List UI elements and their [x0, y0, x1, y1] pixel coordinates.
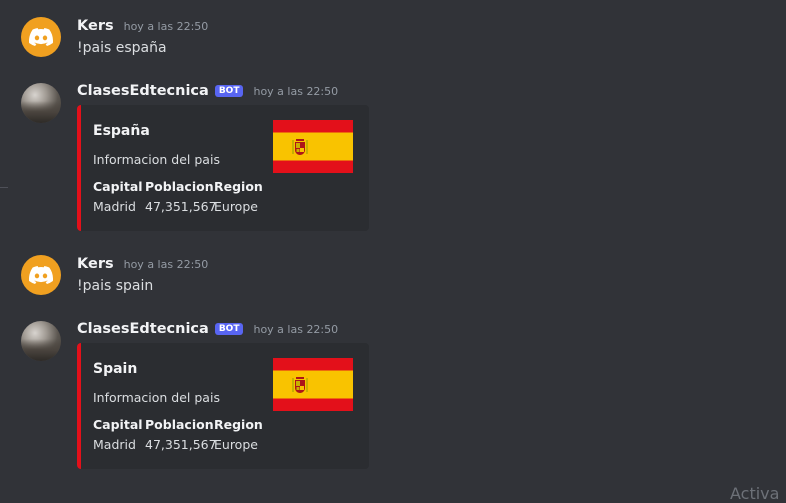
field-name: Poblacion: [145, 179, 214, 194]
author-name[interactable]: Kers: [77, 18, 114, 34]
discord-logo-icon: [29, 28, 53, 46]
embed-description: Informacion del pais: [93, 152, 220, 167]
embed-field-poblacion: Poblacion 47,351,567: [145, 179, 217, 214]
spain-flag-thumbnail[interactable]: [273, 358, 353, 411]
timestamp: hoy a las 22:50: [123, 20, 209, 33]
embed-title: España: [93, 123, 150, 139]
field-name: Region: [214, 417, 263, 432]
field-name: Capital: [93, 179, 143, 194]
bot-avatar[interactable]: [21, 83, 61, 123]
embed-description: Informacion del pais: [93, 390, 220, 405]
field-value: Europe: [214, 437, 258, 452]
divider: [0, 187, 8, 188]
embed-field-region: Region Europe: [214, 179, 263, 214]
embed-card: Spain Informacion del pais Capital Madri…: [77, 343, 369, 469]
discord-avatar[interactable]: [21, 17, 61, 57]
bot-avatar[interactable]: [21, 321, 61, 361]
message-text: !pais spain: [77, 278, 154, 294]
coat-of-arms-icon: [292, 377, 308, 393]
embed-field-poblacion: Poblacion 47,351,567: [145, 417, 217, 452]
embed-card: España Informacion del pais Capital Madr…: [77, 105, 369, 231]
bot-badge: BOT: [214, 85, 244, 97]
timestamp: hoy a las 22:50: [253, 323, 339, 336]
timestamp: hoy a las 22:50: [253, 85, 339, 98]
spain-flag-thumbnail[interactable]: [273, 120, 353, 173]
message-header: Kers hoy a las 22:50: [77, 256, 208, 272]
activation-watermark: Activa: [730, 484, 780, 503]
field-name: Capital: [93, 417, 143, 432]
field-value: 47,351,567: [145, 437, 217, 452]
timestamp: hoy a las 22:50: [123, 258, 209, 271]
message-header: ClasesEdtecnica BOT hoy a las 22:50: [77, 321, 338, 337]
message-header: ClasesEdtecnica BOT hoy a las 22:50: [77, 83, 338, 99]
message-header: Kers hoy a las 22:50: [77, 18, 208, 34]
embed-title: Spain: [93, 361, 138, 377]
coat-of-arms-icon: [292, 139, 308, 155]
embed-field-capital: Capital Madrid: [93, 417, 143, 452]
author-name[interactable]: Kers: [77, 256, 114, 272]
discord-logo-icon: [29, 266, 53, 284]
field-value: 47,351,567: [145, 199, 217, 214]
field-value: Madrid: [93, 199, 136, 214]
embed-field-capital: Capital Madrid: [93, 179, 143, 214]
author-name[interactable]: ClasesEdtecnica: [77, 321, 209, 337]
field-name: Poblacion: [145, 417, 214, 432]
field-value: Europe: [214, 199, 258, 214]
discord-avatar[interactable]: [21, 255, 61, 295]
bot-badge: BOT: [214, 323, 244, 335]
field-name: Region: [214, 179, 263, 194]
author-name[interactable]: ClasesEdtecnica: [77, 83, 209, 99]
embed-field-region: Region Europe: [214, 417, 263, 452]
field-value: Madrid: [93, 437, 136, 452]
message-text: !pais españa: [77, 40, 167, 56]
